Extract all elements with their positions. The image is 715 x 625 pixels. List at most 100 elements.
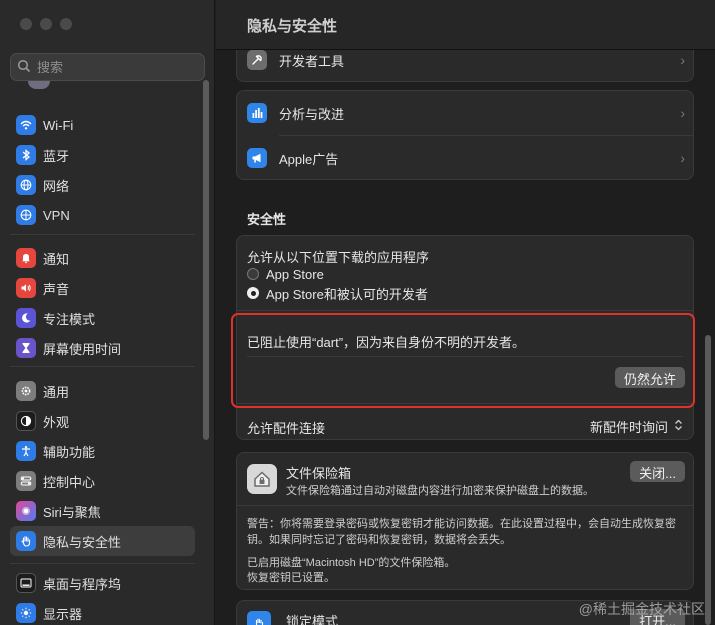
filevault-status: 已启用磁盘“Macintosh HD”的文件保险箱。 <box>247 557 456 569</box>
control-center-icon <box>16 471 36 491</box>
bell-icon <box>16 248 36 268</box>
sidebar-item-control-center[interactable]: 控制中心 <box>10 466 195 496</box>
wifi-icon <box>16 115 36 135</box>
sidebar-item-vpn[interactable]: VPN <box>10 200 195 230</box>
title-bar: 隐私与安全性 <box>216 0 715 50</box>
radio-button[interactable] <box>247 268 259 280</box>
sidebar-item-label: 通知 <box>43 251 70 267</box>
developer-tools-row[interactable]: 开发者工具 › <box>237 48 693 72</box>
search-input[interactable] <box>37 59 197 75</box>
sidebar-item-siri-spotlight[interactable]: Siri与聚焦 <box>10 496 195 526</box>
chevron-right-icon: › <box>680 150 685 166</box>
megaphone-icon <box>247 148 267 168</box>
sidebar-item-displays[interactable]: 显示器 <box>10 598 195 625</box>
sidebar-divider <box>10 366 195 367</box>
lockdown-title: 锁定模式 <box>286 614 339 625</box>
lockdown-hand-icon <box>247 611 271 625</box>
house-lock-icon <box>247 464 277 494</box>
sidebar-item-label: 控制中心 <box>43 474 96 490</box>
main-panel: 开发者工具 › 分析与改进 › Apple广告 › 安全性 允许从以下位置下载的… <box>216 0 715 625</box>
sidebar-item-label: VPN <box>43 207 70 223</box>
zoom-window-button[interactable] <box>60 18 72 30</box>
accessory-popup[interactable]: 新配件时询问 <box>590 417 683 436</box>
filevault-warning: 警告：你将需要登录密码或恢复密钥才能访问数据。在此设置过程中，会自动生成恢复密钥… <box>247 518 676 546</box>
allow-from-label: 允许从以下位置下载的应用程序 <box>247 250 430 265</box>
chevron-right-icon: › <box>680 52 685 68</box>
filevault-card: 文件保险箱 文件保险箱通过自动对磁盘内容进行加密来保护磁盘上的数据。 关闭...… <box>236 452 694 590</box>
highlight-box <box>231 313 695 408</box>
watermark: @稀土掘金技术社区 <box>578 601 705 617</box>
radio-button-selected[interactable] <box>247 287 259 299</box>
filevault-turn-off-button[interactable]: 关闭... <box>630 461 685 482</box>
minimize-window-button[interactable] <box>40 18 52 30</box>
analytics-ads-card: 分析与改进 › Apple广告 › <box>236 90 694 180</box>
sidebar-item-focus[interactable]: 专注模式 <box>10 303 195 333</box>
sidebar-item-label: 通用 <box>43 384 70 400</box>
search-icon <box>17 59 31 76</box>
sidebar-group-desktop: 桌面与程序坞 显示器 <box>10 568 195 625</box>
sidebar-group-general: 通用 外观 辅助功能 控制中心 Siri与聚焦 隐私与安全性 <box>10 376 195 556</box>
hammer-icon <box>247 50 267 70</box>
dock-icon <box>16 573 36 593</box>
sidebar-item-label: 网络 <box>43 178 70 194</box>
appearance-icon <box>16 411 36 431</box>
display-icon <box>16 603 36 623</box>
sidebar-item-label: 显示器 <box>43 606 83 622</box>
avatar[interactable] <box>28 81 50 89</box>
accessory-value: 新配件时询问 <box>589 420 668 435</box>
gear-icon <box>16 381 36 401</box>
recovery-key-status: 恢复密钥已设置。 <box>247 572 335 584</box>
analytics-row[interactable]: 分析与改进 › <box>237 101 693 125</box>
sidebar-item-sound[interactable]: 声音 <box>10 273 195 303</box>
security-section-title: 安全性 <box>247 212 287 227</box>
chevron-up-down-icon <box>674 419 683 434</box>
row-label: Apple广告 <box>279 151 339 167</box>
sidebar-item-screen-time[interactable]: 屏幕使用时间 <box>10 333 195 363</box>
sidebar-item-network[interactable]: 网络 <box>10 170 195 200</box>
window-controls <box>20 18 72 30</box>
row-separator <box>237 505 693 506</box>
sidebar-divider <box>10 563 195 564</box>
sidebar-divider <box>10 234 195 235</box>
radio-label: App Store <box>266 266 324 282</box>
sidebar: Wi-Fi 蓝牙 网络 VPN 通知 <box>0 0 215 625</box>
sidebar-item-privacy-security[interactable]: 隐私与安全性 <box>10 526 195 556</box>
sidebar-item-notifications[interactable]: 通知 <box>10 243 195 273</box>
sidebar-item-wifi[interactable]: Wi-Fi <box>10 110 195 140</box>
radio-app-store[interactable]: App Store <box>247 265 324 283</box>
accessory-label: 允许配件连接 <box>247 421 326 436</box>
sidebar-item-bluetooth[interactable]: 蓝牙 <box>10 140 195 170</box>
bluetooth-icon <box>16 145 36 165</box>
sidebar-item-label: 专注模式 <box>43 311 96 327</box>
sidebar-item-general[interactable]: 通用 <box>10 376 195 406</box>
sidebar-item-label: 声音 <box>43 281 70 297</box>
speaker-icon <box>16 278 36 298</box>
vpn-icon <box>16 205 36 225</box>
hand-icon <box>16 531 36 551</box>
sidebar-item-label: Wi-Fi <box>43 117 74 133</box>
row-separator <box>237 310 693 311</box>
sidebar-item-appearance[interactable]: 外观 <box>10 406 195 436</box>
accessibility-icon <box>16 441 36 461</box>
filevault-description: 文件保险箱通过自动对磁盘内容进行加密来保护磁盘上的数据。 <box>286 485 594 497</box>
sidebar-item-label: 桌面与程序坞 <box>43 576 122 592</box>
sidebar-group-notifications: 通知 声音 专注模式 屏幕使用时间 <box>10 243 195 363</box>
hourglass-icon <box>16 338 36 358</box>
search-field[interactable] <box>10 53 205 81</box>
filevault-title: 文件保险箱 <box>286 466 352 481</box>
sidebar-item-label: 隐私与安全性 <box>43 534 122 550</box>
main-scrollbar[interactable] <box>705 335 711 625</box>
page-title: 隐私与安全性 <box>247 18 338 35</box>
close-window-button[interactable] <box>20 18 32 30</box>
radio-app-store-identified[interactable]: App Store和被认可的开发者 <box>247 284 428 302</box>
sidebar-item-accessibility[interactable]: 辅助功能 <box>10 436 195 466</box>
radio-label: App Store和被认可的开发者 <box>266 286 428 302</box>
siri-icon <box>16 501 36 521</box>
sidebar-item-desktop-dock[interactable]: 桌面与程序坞 <box>10 568 195 598</box>
bar-chart-icon <box>247 103 267 123</box>
apple-ads-row[interactable]: Apple广告 › <box>237 146 693 170</box>
sidebar-scrollbar[interactable] <box>203 80 209 440</box>
globe-icon <box>16 175 36 195</box>
chevron-right-icon: › <box>680 105 685 121</box>
sidebar-item-label: 屏幕使用时间 <box>43 341 122 357</box>
